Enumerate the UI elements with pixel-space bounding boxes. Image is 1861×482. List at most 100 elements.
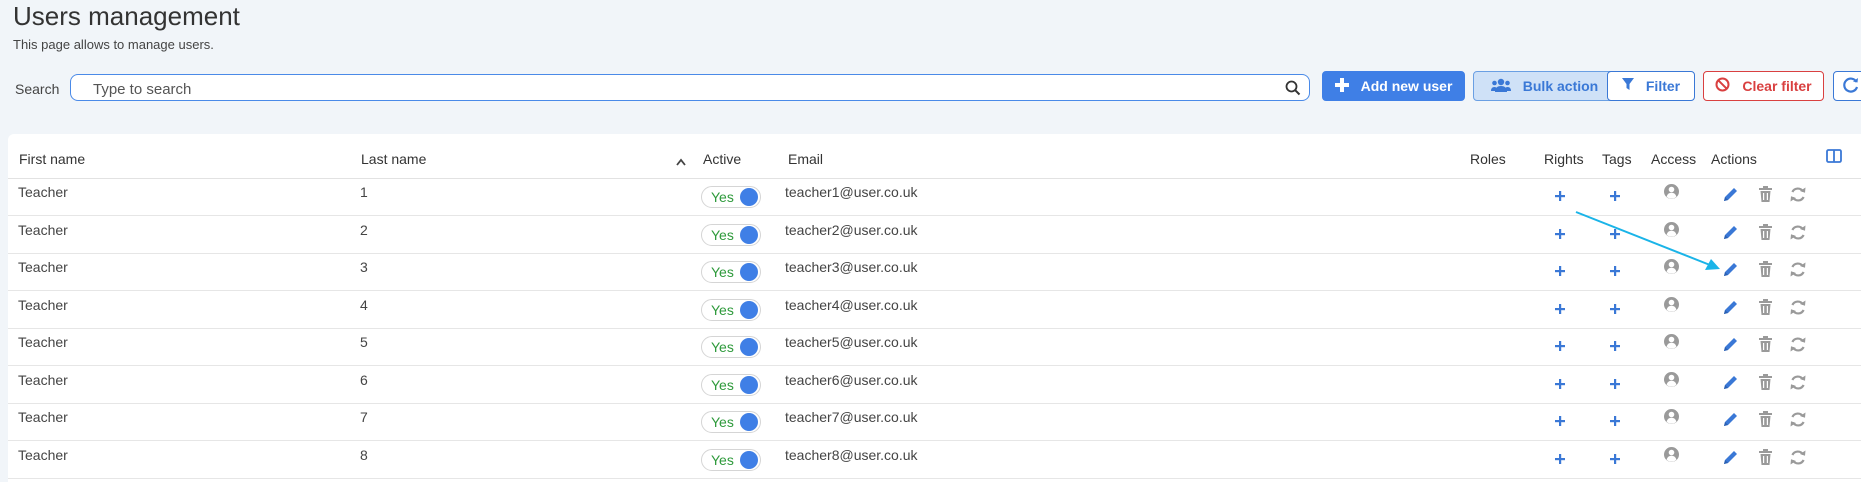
ban-icon xyxy=(1715,77,1730,95)
table-row[interactable]: Teacher 6 Yes teacher6@user.co.uk xyxy=(8,366,1861,404)
pencil-icon[interactable] xyxy=(1722,299,1739,321)
bulk-action-button[interactable]: Bulk action xyxy=(1473,71,1616,101)
table-row[interactable]: Teacher 5 Yes teacher5@user.co.uk xyxy=(8,328,1861,366)
add-tag-plus-icon[interactable] xyxy=(1610,338,1620,356)
pencil-icon[interactable] xyxy=(1722,374,1739,396)
active-toggle[interactable]: Yes xyxy=(701,336,761,358)
pencil-icon[interactable] xyxy=(1722,224,1739,246)
pencil-icon[interactable] xyxy=(1722,186,1739,208)
trash-icon[interactable] xyxy=(1758,186,1773,207)
user-circle-icon[interactable] xyxy=(1663,258,1680,280)
cell-last-name: 3 xyxy=(360,259,368,275)
table-row[interactable]: Teacher 4 Yes teacher4@user.co.uk xyxy=(8,291,1861,329)
column-header-tags: Tags xyxy=(1602,151,1632,167)
active-toggle[interactable]: Yes xyxy=(701,411,761,433)
active-toggle[interactable]: Yes xyxy=(701,223,761,246)
active-toggle[interactable]: Yes xyxy=(701,186,761,208)
refresh-button[interactable] xyxy=(1833,71,1861,101)
add-right-plus-icon[interactable] xyxy=(1555,413,1565,431)
filter-button[interactable]: Filter xyxy=(1607,71,1695,101)
trash-icon[interactable] xyxy=(1758,223,1773,245)
column-header-first-name[interactable]: First name xyxy=(19,151,85,167)
cell-email: teacher4@user.co.uk xyxy=(785,296,918,313)
table-row[interactable]: Teacher 2 Yes teacher2@user.co.uk xyxy=(8,216,1861,254)
refresh-icon[interactable] xyxy=(1789,411,1807,433)
refresh-icon[interactable] xyxy=(1789,336,1807,358)
add-tag-plus-icon[interactable] xyxy=(1610,263,1620,281)
trash-icon[interactable] xyxy=(1758,411,1773,432)
add-tag-plus-icon[interactable] xyxy=(1610,301,1620,319)
trash-icon[interactable] xyxy=(1758,298,1773,320)
search-icon[interactable] xyxy=(1285,80,1301,101)
trash-icon[interactable] xyxy=(1758,448,1773,470)
add-right-plus-icon[interactable] xyxy=(1555,226,1565,244)
table-row[interactable]: Teacher 3 Yes teacher3@user.co.uk xyxy=(8,253,1861,291)
trash-icon[interactable] xyxy=(1758,336,1773,357)
user-circle-icon[interactable] xyxy=(1663,446,1680,468)
add-right-plus-icon[interactable] xyxy=(1555,338,1565,356)
page-title: Users management xyxy=(13,1,240,31)
cell-first-name: Teacher xyxy=(18,296,68,313)
pencil-icon[interactable] xyxy=(1722,449,1739,471)
user-circle-icon[interactable] xyxy=(1663,221,1680,243)
active-toggle[interactable]: Yes xyxy=(701,448,761,471)
refresh-icon[interactable] xyxy=(1789,374,1807,396)
column-header-active[interactable]: Active xyxy=(703,151,741,167)
columns-icon[interactable] xyxy=(1826,149,1842,168)
column-header-rights: Rights xyxy=(1544,151,1584,167)
refresh-icon[interactable] xyxy=(1789,261,1807,283)
add-tag-plus-icon[interactable] xyxy=(1610,226,1620,244)
pencil-icon[interactable] xyxy=(1722,261,1739,283)
user-circle-icon[interactable] xyxy=(1663,333,1680,355)
add-right-plus-icon[interactable] xyxy=(1555,376,1565,394)
column-header-email[interactable]: Email xyxy=(788,151,823,167)
toggle-knob xyxy=(740,375,758,394)
refresh-icon[interactable] xyxy=(1789,186,1807,208)
user-circle-icon[interactable] xyxy=(1663,371,1680,393)
add-right-plus-icon[interactable] xyxy=(1555,301,1565,319)
user-circle-icon[interactable] xyxy=(1663,296,1680,318)
pencil-icon[interactable] xyxy=(1722,411,1739,433)
active-toggle[interactable]: Yes xyxy=(701,298,761,321)
trash-icon[interactable] xyxy=(1758,373,1773,395)
refresh-icon[interactable] xyxy=(1789,449,1807,471)
pencil-icon[interactable] xyxy=(1722,336,1739,358)
sort-ascending-icon[interactable] xyxy=(676,153,686,171)
active-toggle[interactable]: Yes xyxy=(701,261,761,283)
add-tag-plus-icon[interactable] xyxy=(1610,188,1620,206)
column-header-roles: Roles xyxy=(1470,151,1506,167)
user-circle-icon[interactable] xyxy=(1663,408,1680,430)
refresh-icon[interactable] xyxy=(1789,224,1807,246)
add-tag-plus-icon[interactable] xyxy=(1610,376,1620,394)
cell-email: teacher7@user.co.uk xyxy=(785,409,918,425)
active-toggle-label: Yes xyxy=(711,414,734,430)
cell-last-name: 2 xyxy=(360,221,368,238)
active-toggle[interactable]: Yes xyxy=(701,373,761,396)
add-right-plus-icon[interactable] xyxy=(1555,188,1565,206)
active-toggle-label: Yes xyxy=(711,189,734,205)
refresh-icon[interactable] xyxy=(1789,299,1807,321)
add-right-plus-icon[interactable] xyxy=(1555,451,1565,469)
add-tag-plus-icon[interactable] xyxy=(1610,413,1620,431)
toggle-knob xyxy=(740,338,758,356)
table-row[interactable]: Teacher 1 Yes teacher1@user.co.uk xyxy=(8,178,1861,216)
add-new-user-button[interactable]: Add new user xyxy=(1322,71,1465,101)
search-input[interactable] xyxy=(91,78,1275,100)
cell-first-name: Teacher xyxy=(18,371,68,388)
cell-last-name: 1 xyxy=(360,184,368,200)
add-right-plus-icon[interactable] xyxy=(1555,263,1565,281)
funnel-icon xyxy=(1621,78,1634,94)
search-box[interactable] xyxy=(70,74,1310,101)
trash-icon[interactable] xyxy=(1758,261,1773,282)
column-header-last-name[interactable]: Last name xyxy=(361,151,426,167)
user-circle-icon[interactable] xyxy=(1663,183,1680,205)
cell-first-name: Teacher xyxy=(18,409,68,425)
table-row[interactable]: Teacher 8 Yes teacher8@user.co.uk xyxy=(8,441,1861,479)
add-tag-plus-icon[interactable] xyxy=(1610,451,1620,469)
table-row[interactable]: Teacher 7 Yes teacher7@user.co.uk xyxy=(8,403,1861,441)
toggle-knob xyxy=(740,225,758,244)
cell-first-name: Teacher xyxy=(18,259,68,275)
toggle-knob xyxy=(740,300,758,319)
clear-filter-button[interactable]: Clear filter xyxy=(1703,71,1824,101)
active-toggle-label: Yes xyxy=(711,301,734,318)
